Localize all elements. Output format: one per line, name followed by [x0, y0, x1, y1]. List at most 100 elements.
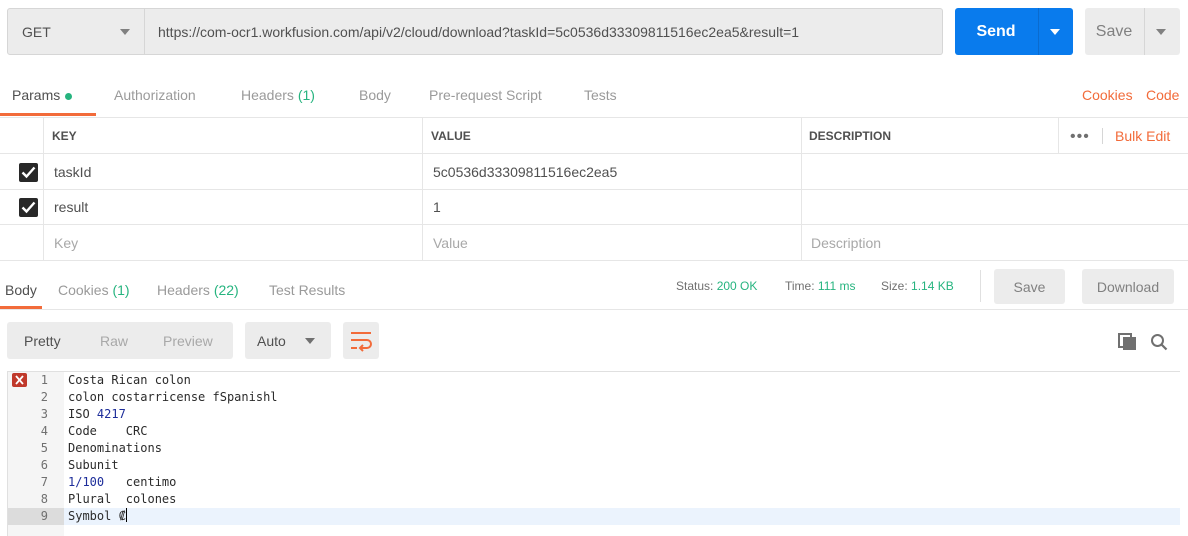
tab-response-cookies[interactable]: Cookies (1)	[58, 282, 130, 298]
params-table: KEY VALUE DESCRIPTION ••• Bulk Edit task…	[0, 118, 1188, 261]
code-line: 5 Denominations	[8, 440, 1180, 457]
method-value: GET	[22, 23, 51, 40]
download-button[interactable]: Download	[1082, 269, 1174, 304]
cookies-link[interactable]: Cookies	[1082, 87, 1133, 103]
format-value: Auto	[257, 332, 286, 349]
copy-icon[interactable]	[1118, 333, 1138, 351]
wrap-lines-button[interactable]	[343, 322, 379, 359]
time-value: 111 ms	[817, 279, 856, 293]
line-number: 9	[8, 508, 64, 525]
line-number: 5	[40, 441, 48, 455]
method-select[interactable]: GET	[7, 8, 145, 55]
line-text: Costa Rican colon	[68, 373, 191, 387]
column-header-description: DESCRIPTION	[809, 128, 892, 143]
response-size: Size: 1.14 KB	[881, 279, 954, 293]
chevron-down-icon	[305, 338, 315, 344]
param-description-cell[interactable]	[811, 190, 1188, 224]
param-value-cell[interactable]: 1	[433, 190, 441, 224]
code-line: 3 ISO 4217	[8, 406, 1180, 423]
send-options-chevron-icon[interactable]	[1050, 29, 1060, 35]
response-body-toolbar: Pretty Raw Preview Auto	[0, 322, 1188, 360]
line-text: colon costarricense fSpanishl	[68, 390, 278, 404]
line-text: Code CRC	[68, 424, 148, 438]
status-value: 200 OK	[716, 279, 758, 293]
line-text: Symbol ₡	[68, 508, 127, 523]
line-text: Denominations	[68, 441, 162, 455]
param-key-cell[interactable]: taskId	[54, 154, 91, 189]
line-text: ISO 4217	[68, 407, 126, 421]
tab-response-headers[interactable]: Headers (22)	[157, 282, 239, 298]
send-button-label: Send	[976, 22, 1016, 40]
tab-tests[interactable]: Tests	[584, 87, 617, 103]
send-button[interactable]: Send	[955, 8, 1073, 55]
more-options-icon[interactable]: •••	[1070, 128, 1090, 146]
line-number: 2	[40, 390, 48, 404]
view-preview-button[interactable]: Preview	[163, 322, 213, 359]
save-request-button[interactable]: Save	[1085, 8, 1180, 55]
param-description-cell[interactable]	[811, 154, 1188, 189]
params-table-header: KEY VALUE DESCRIPTION ••• Bulk Edit	[0, 118, 1188, 154]
tab-params[interactable]: Params	[12, 87, 73, 103]
line-text: Plural colones	[68, 492, 177, 506]
response-body-editor[interactable]: 1 Costa Rican colon 2 colon costarricense f…	[7, 371, 1180, 536]
tab-headers[interactable]: Headers (1)	[241, 87, 315, 103]
format-select[interactable]: Auto	[245, 322, 331, 359]
view-raw-button[interactable]: Raw	[100, 322, 128, 359]
active-tab-indicator	[0, 113, 96, 116]
code-line: 7 1/100 centimo	[8, 474, 1180, 491]
tab-body[interactable]: Body	[359, 87, 391, 103]
response-time: Time: 111 ms	[785, 279, 856, 293]
response-status: Status: 200 OK	[676, 279, 758, 293]
view-pretty-button[interactable]: Pretty	[24, 322, 61, 359]
text-cursor	[125, 508, 127, 522]
request-url-bar: GET https://com-ocr1.workfusion.com/api/…	[0, 0, 1188, 66]
url-input[interactable]: https://com-ocr1.workfusion.com/api/v2/c…	[145, 8, 943, 55]
code-line: 4 Code CRC	[8, 423, 1180, 440]
line-number: 7	[40, 475, 48, 489]
wrap-lines-icon	[351, 332, 372, 352]
line-text: 1/100 centimo	[68, 475, 177, 489]
code-line: 2 colon costarricense fSpanishl	[8, 389, 1180, 406]
save-button-label: Save	[1095, 22, 1133, 40]
checkmark-icon	[21, 201, 36, 214]
code-line: 6 Subunit	[8, 457, 1180, 474]
column-header-value: VALUE	[431, 128, 471, 143]
tab-prerequest-script[interactable]: Pre-request Script	[429, 87, 542, 103]
response-tabs: Body Cookies (1) Headers (22) Test Resul…	[0, 262, 1188, 310]
table-row: taskId 5c0536d33309811516ec2ea5	[0, 154, 1188, 190]
column-header-key: KEY	[52, 128, 77, 143]
new-description-input[interactable]: Description	[811, 225, 881, 260]
row-enabled-checkbox[interactable]	[19, 198, 38, 217]
table-row-new: Key Value Description	[0, 225, 1188, 261]
new-value-input[interactable]: Value	[433, 225, 468, 260]
row-enabled-checkbox[interactable]	[19, 163, 38, 182]
active-tab-indicator	[0, 306, 42, 309]
code-line: 1 Costa Rican colon	[8, 372, 1180, 389]
new-key-input[interactable]: Key	[54, 225, 78, 260]
bulk-edit-link[interactable]: Bulk Edit	[1115, 118, 1170, 153]
tab-test-results[interactable]: Test Results	[269, 282, 345, 298]
code-line: 8 Plural colones	[8, 491, 1180, 508]
line-number: 8	[40, 492, 48, 506]
chevron-down-icon	[120, 29, 130, 35]
param-key-cell[interactable]: result	[54, 190, 88, 224]
code-link[interactable]: Code	[1146, 87, 1179, 103]
line-number: 6	[40, 458, 48, 472]
code-line: 9 Symbol ₡	[8, 508, 1180, 525]
checkmark-icon	[21, 166, 36, 179]
request-tabs: Params Authorization Headers (1) Body Pr…	[0, 68, 1188, 118]
line-text: Subunit	[68, 458, 119, 472]
params-active-dot-icon	[65, 92, 73, 100]
line-number: 3	[40, 407, 48, 421]
tab-authorization[interactable]: Authorization	[114, 87, 196, 103]
view-mode-segmented-control: Pretty Raw Preview	[7, 322, 233, 359]
tab-response-body[interactable]: Body	[5, 282, 37, 298]
line-number: 4	[40, 424, 48, 438]
error-marker-icon[interactable]	[12, 373, 27, 387]
search-icon[interactable]	[1150, 333, 1170, 351]
save-options-chevron-icon[interactable]	[1156, 29, 1166, 35]
param-value-cell[interactable]: 5c0536d33309811516ec2ea5	[433, 154, 617, 189]
size-value: 1.14 KB	[911, 279, 954, 293]
table-row: result 1	[0, 190, 1188, 225]
save-response-button[interactable]: Save	[994, 269, 1065, 304]
